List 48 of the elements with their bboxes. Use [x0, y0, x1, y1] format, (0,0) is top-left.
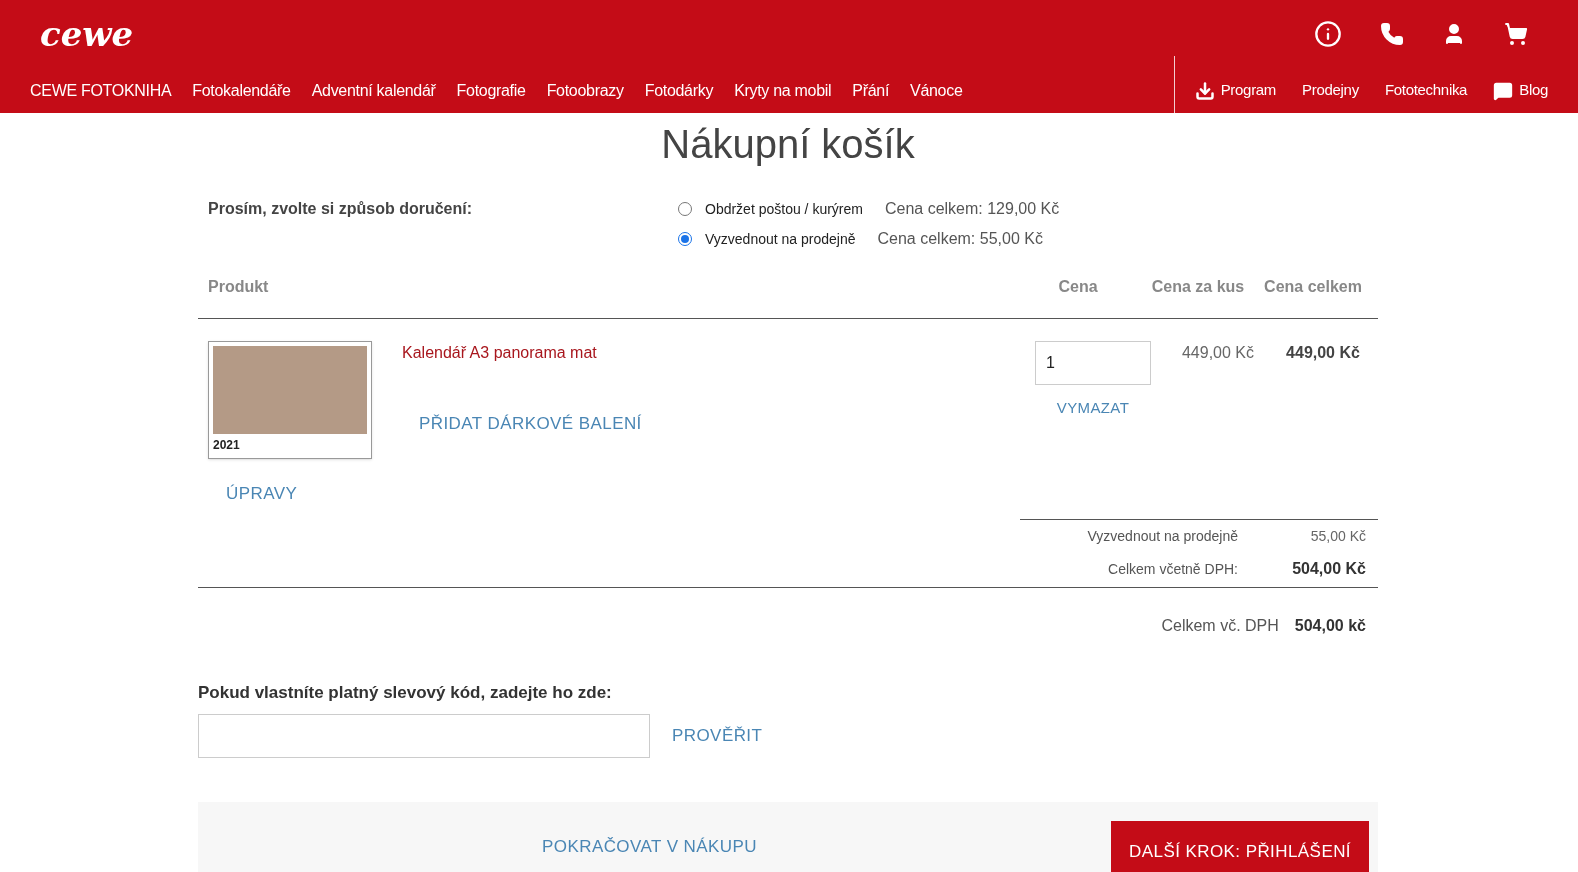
service-link[interactable]: Fototechnika	[1384, 79, 1468, 102]
delivery-price: Cena celkem: 129,00 Kč	[884, 199, 1060, 219]
nav-link[interactable]: Fotokalendáře	[192, 78, 291, 103]
summary-value: 504,00 Kč	[1291, 559, 1367, 579]
voucher-field[interactable]	[198, 713, 650, 758]
gift-wrap-link[interactable]: PŘIDAT DÁRKOVÉ BALENÍ	[419, 411, 1018, 437]
delivery-price: Cena celkem: 55,00 Kč	[877, 229, 1043, 249]
column-header: Cena za kus	[1150, 276, 1246, 297]
nav-link[interactable]: Fotoobrazy	[546, 78, 624, 103]
delivery-option[interactable]: Vyzvednout na prodejně	[705, 228, 856, 250]
summary-label: Celkem včetně DPH:	[1107, 559, 1239, 579]
column-header: Cena	[1057, 276, 1099, 297]
unit-price: 449,00 Kč	[1180, 343, 1256, 363]
row-total: 449,00 Kč	[1285, 343, 1361, 363]
cart-icon[interactable]	[1504, 22, 1528, 46]
summary-value: 55,00 Kč	[1309, 527, 1367, 546]
nav-link[interactable]: Adventní kalendář	[311, 78, 436, 103]
next-step-button[interactable]: DALŠÍ KROK: PŘIHLÁŠENÍ	[1111, 820, 1369, 872]
grand-total-label: Celkem vč. DPH	[1161, 616, 1279, 636]
delivery-label: Prosím, zvolte si způsob doručení:	[208, 199, 474, 219]
download-icon	[1194, 80, 1215, 101]
phone-icon[interactable]	[1380, 22, 1404, 46]
nav-link[interactable]: Fotodárky	[644, 78, 714, 103]
column-header: Produkt	[208, 276, 270, 297]
chat-icon	[1493, 80, 1514, 101]
nav-link[interactable]: Kryty na mobil	[734, 78, 832, 103]
remove-link[interactable]: VYMAZAT	[1056, 397, 1130, 420]
quantity-field[interactable]: 1	[1035, 341, 1151, 385]
info-icon[interactable]	[1314, 20, 1342, 48]
grand-total-value: 504,00 kč	[1294, 616, 1366, 636]
edit-link[interactable]: ÚPRAVY	[226, 481, 402, 507]
voucher-label: Pokud vlastníte platný slevový kód, zadejte ho zde:	[198, 682, 613, 704]
continue-shopping-button[interactable]: POKRAČOVAT V NÁKUPU	[542, 833, 757, 860]
nav-link[interactable]: CEWE FOTOKNIHA	[30, 78, 172, 103]
page-title: Nákupní košík	[660, 121, 916, 168]
nav-link[interactable]: Vánoce	[910, 78, 963, 103]
column-header: Cena celkem	[1263, 276, 1363, 297]
summary-label: Vyzvednout na prodejně	[1086, 527, 1239, 546]
calendar-year: 2021	[213, 437, 241, 454]
product-name[interactable]: Kalendář A3 panorama mat	[402, 341, 1018, 365]
nav-link[interactable]: Fotografie	[456, 78, 526, 103]
service-link[interactable]: Prodejny	[1302, 79, 1359, 102]
nav-link[interactable]: Přání	[852, 78, 890, 103]
service-link[interactable]: Blog	[1493, 79, 1548, 102]
delivery-option[interactable]: Obdržet poštou / kurýrem	[705, 198, 863, 220]
verify-button[interactable]: PROVĚŘIT	[672, 722, 763, 749]
logo[interactable]: cewe	[40, 17, 134, 51]
service-link[interactable]: Program	[1194, 79, 1277, 102]
